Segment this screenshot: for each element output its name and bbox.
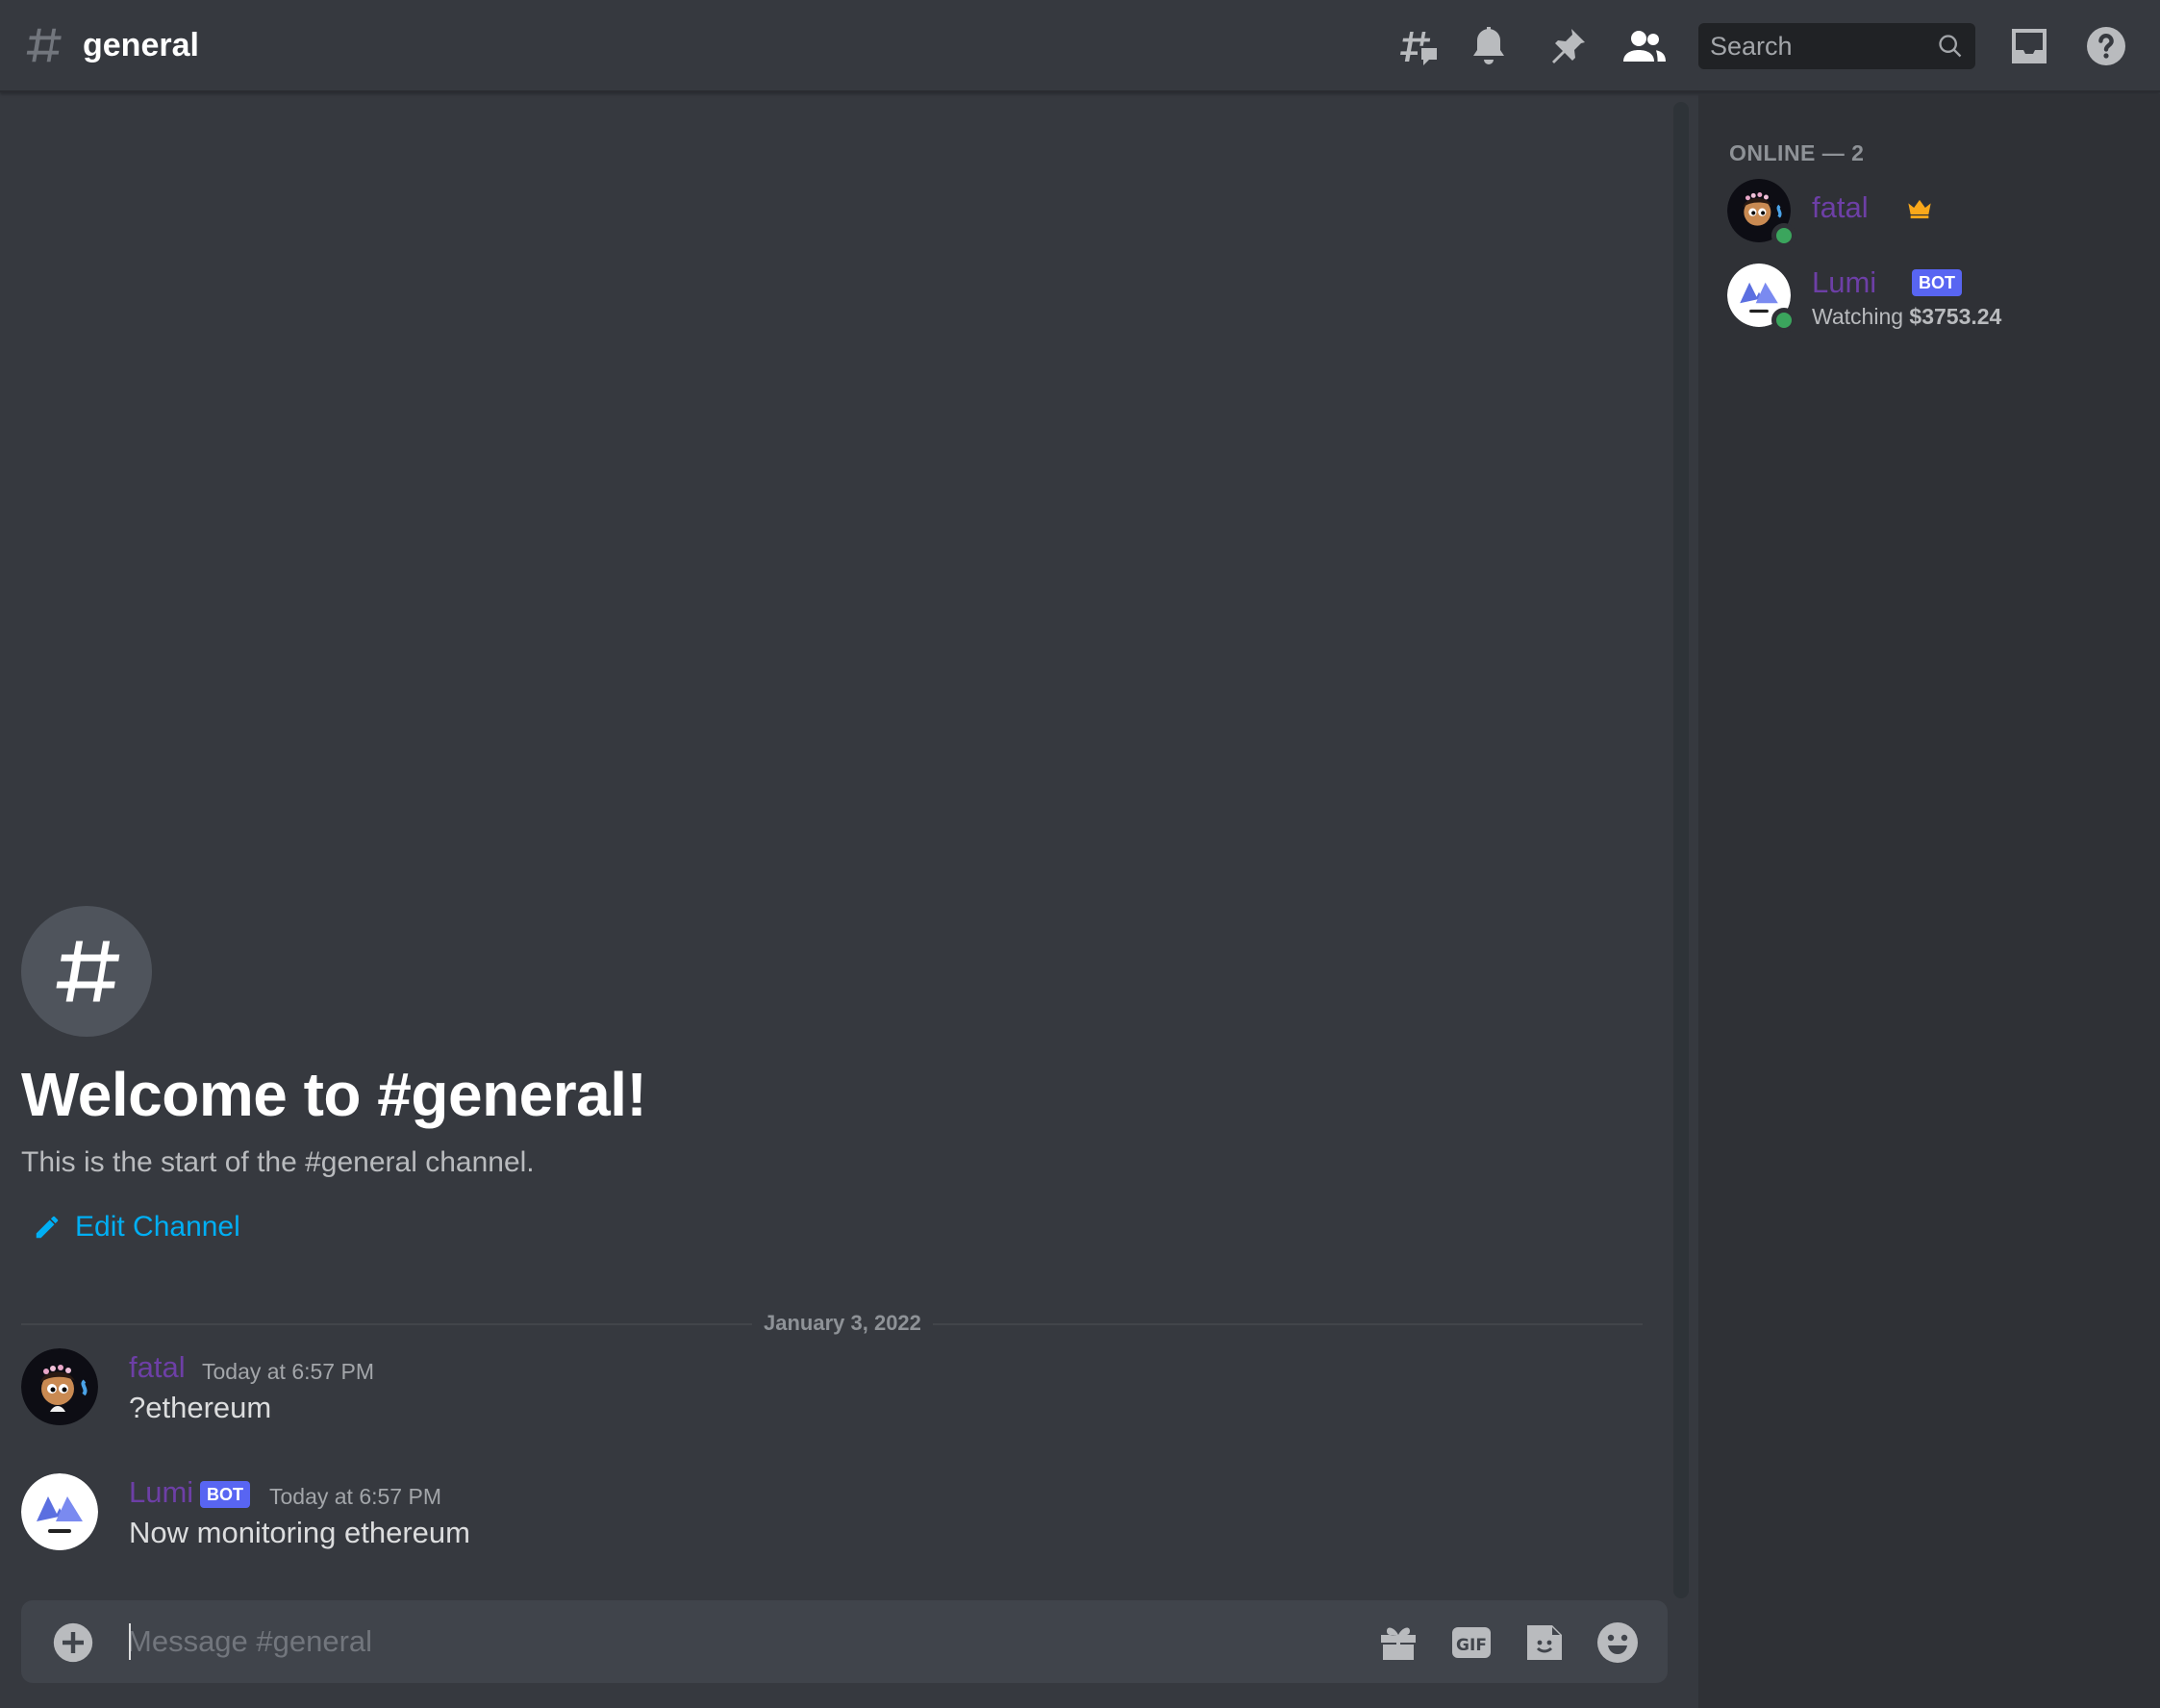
member-name: fatal [1812,190,1869,224]
threads-icon[interactable] [1394,23,1441,69]
message-author[interactable]: fatal [129,1348,186,1387]
member-name: Lumi [1812,265,1877,299]
search-input[interactable] [1698,23,1929,69]
members-heading: ONLINE — 2 [1729,140,1865,165]
message-content: Now monitoring ethereum [129,1516,470,1549]
message-timestamp: Today at 6:57 PM [202,1359,374,1384]
activity-prefix: Watching [1812,304,1904,329]
bot-badge: BOT [1912,269,1962,296]
user-avatar-fatal [21,1348,98,1425]
date-divider: January 3, 2022 [21,1306,1643,1341]
emoji-icon[interactable] [1595,1620,1641,1666]
crown-icon [1908,199,1931,219]
gif-icon[interactable]: GIF [1448,1620,1494,1666]
bell-icon[interactable] [1466,23,1512,69]
channel-welcome-icon [21,906,152,1037]
member-item[interactable]: fatal [1727,179,2131,250]
message-composer: GIF [21,1600,1668,1683]
member-activity: Watching $3753.24 [1812,302,2001,331]
discord-window: general Search Welcome to #general! This… [0,0,2160,1708]
message-content: ?ethereum [129,1391,272,1424]
edit-channel-label: Edit Channel [75,1211,240,1243]
search-icon [1939,35,1962,58]
message-timestamp: Today at 6:57 PM [269,1484,441,1509]
avatar[interactable] [21,1348,98,1425]
message-input[interactable] [127,1600,1368,1683]
add-attachment-icon[interactable] [52,1621,94,1664]
welcome-subtitle: This is the start of the #general channe… [21,1146,535,1178]
help-icon[interactable] [2083,23,2129,69]
pin-icon[interactable] [1545,23,1591,69]
chat-area: Welcome to #general! This is the start o… [0,94,1698,1708]
hash-icon [56,941,120,1002]
edit-channel-link[interactable]: Edit Channel [33,1208,240,1246]
online-status-indicator [1771,308,1796,333]
scrollbar[interactable] [1673,102,1689,1598]
sticker-icon[interactable] [1521,1620,1568,1666]
hash-icon [26,28,62,63]
avatar[interactable] [21,1473,98,1550]
bot-badge: BOT [200,1481,250,1508]
message-author[interactable]: Lumi [129,1473,193,1512]
message-item[interactable]: fatal Today at 6:57 PM ?ethereum [21,1348,1656,1435]
pencil-icon [36,1216,59,1239]
channel-title: general [83,27,199,63]
online-status-indicator [1771,223,1796,248]
svg-text:GIF: GIF [1456,1636,1487,1655]
member-item[interactable]: Lumi BOT Watching $3753.24 [1727,264,2131,335]
inbox-icon[interactable] [2006,23,2052,69]
gift-icon[interactable] [1375,1620,1421,1666]
text-cursor [129,1623,131,1660]
activity-value: $3753.24 [1909,304,2002,329]
welcome-title: Welcome to #general! [21,1060,647,1129]
search-bar[interactable] [1698,23,1975,69]
channel-header: general [0,0,2160,92]
members-icon[interactable] [1621,23,1668,69]
lumi-logo-icon [21,1473,98,1550]
message-item[interactable]: Lumi BOT Today at 6:57 PM Now monitoring… [21,1473,1656,1560]
member-list: ONLINE — 2 fatal Lumi BOT Watching $3753… [1698,94,2160,1708]
divider-date: January 3, 2022 [752,1306,933,1341]
